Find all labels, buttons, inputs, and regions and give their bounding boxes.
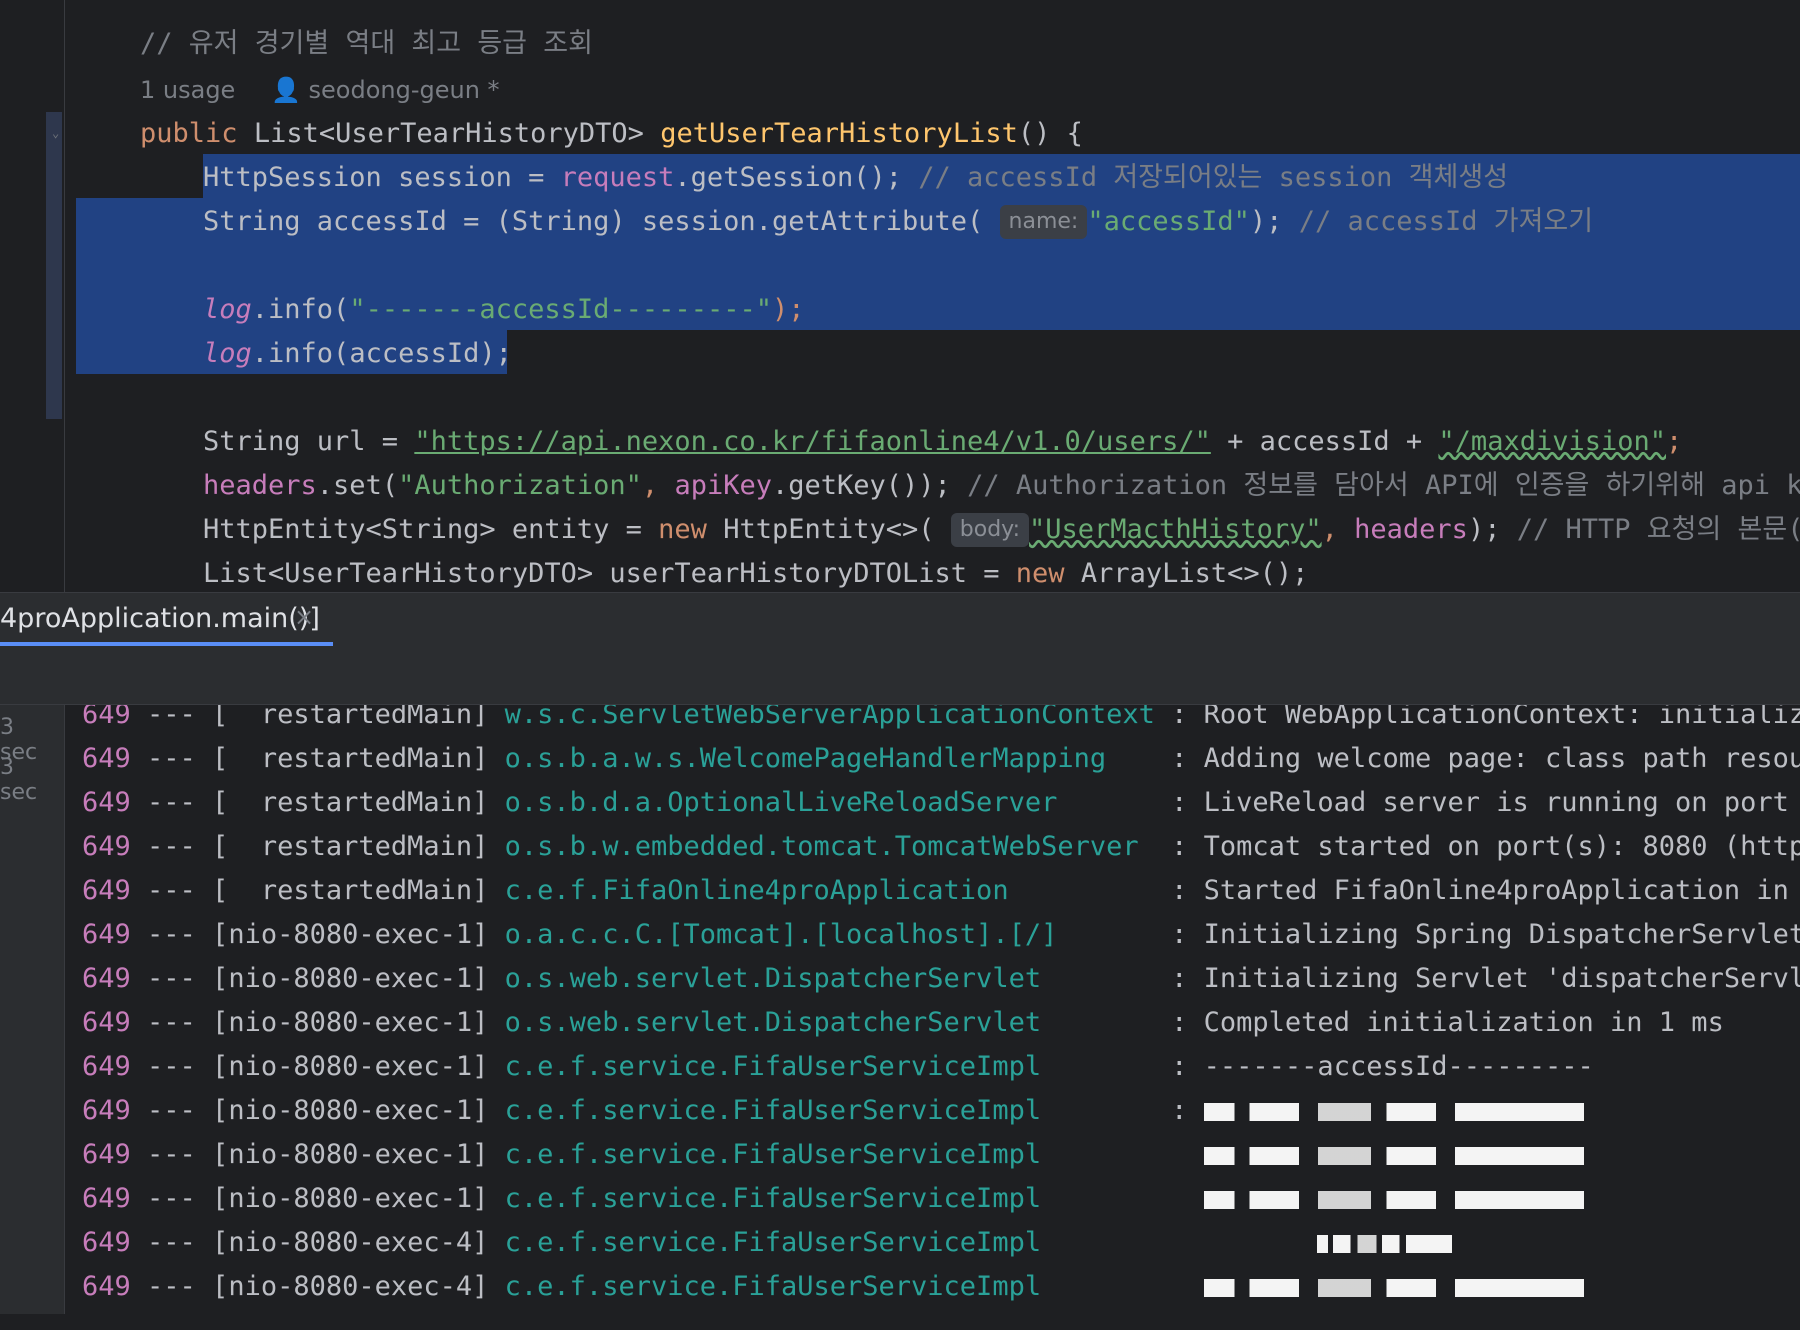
log-line: 649 --- [ restartedMain] c.e.f.FifaOnlin… [82, 875, 1800, 906]
usage-count[interactable]: 1 usage [140, 76, 235, 104]
run-console[interactable]: 3 sec 3 sec 649 --- [ restartedMain] w.s… [0, 705, 1800, 1330]
blurred-log-line: 649 --- [nio-8080-exec-4] c.e.f.service.… [82, 1221, 1453, 1265]
code-log-info-1: log.info("-------accessId---------"); [203, 294, 805, 325]
blurred-log-line: 649 --- [nio-8080-exec-1] c.e.f.service.… [82, 1133, 1584, 1177]
code-list: List<UserTearHistoryDTO> userTearHistory… [203, 558, 1309, 589]
console-gutter: 3 sec 3 sec [0, 705, 65, 1330]
usage-meta: 1 usage 👤 seodong-geun * [140, 76, 500, 104]
fold-icon[interactable]: ⌄ [52, 126, 62, 140]
log-line: 649 --- [nio-8080-exec-1] o.a.c.c.C.[Tom… [82, 919, 1800, 950]
code-log-info-2: log.info(accessId); [203, 338, 512, 369]
code-session: HttpSession session = request.getSession… [203, 162, 1509, 193]
code-comment: // 유저 경기별 역대 최고 등급 조회 [140, 28, 593, 59]
code-url: String url = "https://api.nexon.co.kr/fi… [203, 426, 1683, 457]
run-tab-application-main[interactable]: 4proApplication.main()] [0, 603, 320, 637]
blurred-log-line: 649 --- [nio-8080-exec-1] c.e.f.service.… [82, 1089, 1584, 1133]
blurred-log-line: 649 --- [nio-8080-exec-1] c.e.f.service.… [82, 1177, 1584, 1221]
console-toolbar [0, 646, 1800, 705]
method-signature: public List<UserTearHistoryDTO> getUserT… [140, 118, 1083, 149]
log-line: 649 --- [nio-8080-exec-1] o.s.web.servle… [82, 963, 1800, 994]
log-line: 649 --- [nio-8080-exec-1] c.e.f.service.… [82, 1051, 1594, 1082]
log-line: 649 --- [ restartedMain] o.s.b.w.embedde… [82, 831, 1800, 862]
close-icon[interactable]: × [294, 603, 314, 631]
log-line: 649 --- [ restartedMain] o.s.b.d.a.Optio… [82, 787, 1800, 818]
log-line: 649 --- [nio-8080-exec-1] o.s.web.servle… [82, 1007, 1724, 1038]
blurred-log-line: 649 --- [nio-8080-exec-4] c.e.f.service.… [82, 1265, 1584, 1309]
code-access-id: String accessId = (String) session.getAt… [203, 205, 1594, 239]
code-entity: HttpEntity<String> entity = new HttpEnti… [203, 513, 1800, 547]
code-editor[interactable]: ⌄ 💡 // 유저 경기별 역대 최고 등급 조회 1 usage 👤 seod… [0, 0, 1800, 592]
change-marker [46, 112, 62, 419]
author-icon: 👤 [270, 76, 301, 104]
redacted-text [1203, 1278, 1584, 1297]
redacted-text [1203, 1146, 1584, 1165]
redacted-text [1203, 1190, 1584, 1209]
redacted-text [1203, 1102, 1584, 1121]
console-bottom-edge [0, 1314, 1800, 1330]
log-line: 649 --- [ restartedMain] w.s.c.ServletWe… [82, 705, 1800, 730]
author-name[interactable]: seodong-geun * [309, 76, 500, 104]
redacted-text [1317, 1234, 1453, 1253]
time-label: 3 sec [0, 755, 38, 805]
run-tab-bar: 4proApplication.main()] × [0, 592, 1800, 648]
log-line: 649 --- [ restartedMain] o.s.b.a.w.s.Wel… [82, 743, 1800, 774]
code-headers: headers.set("Authorization", apiKey.getK… [203, 470, 1800, 501]
